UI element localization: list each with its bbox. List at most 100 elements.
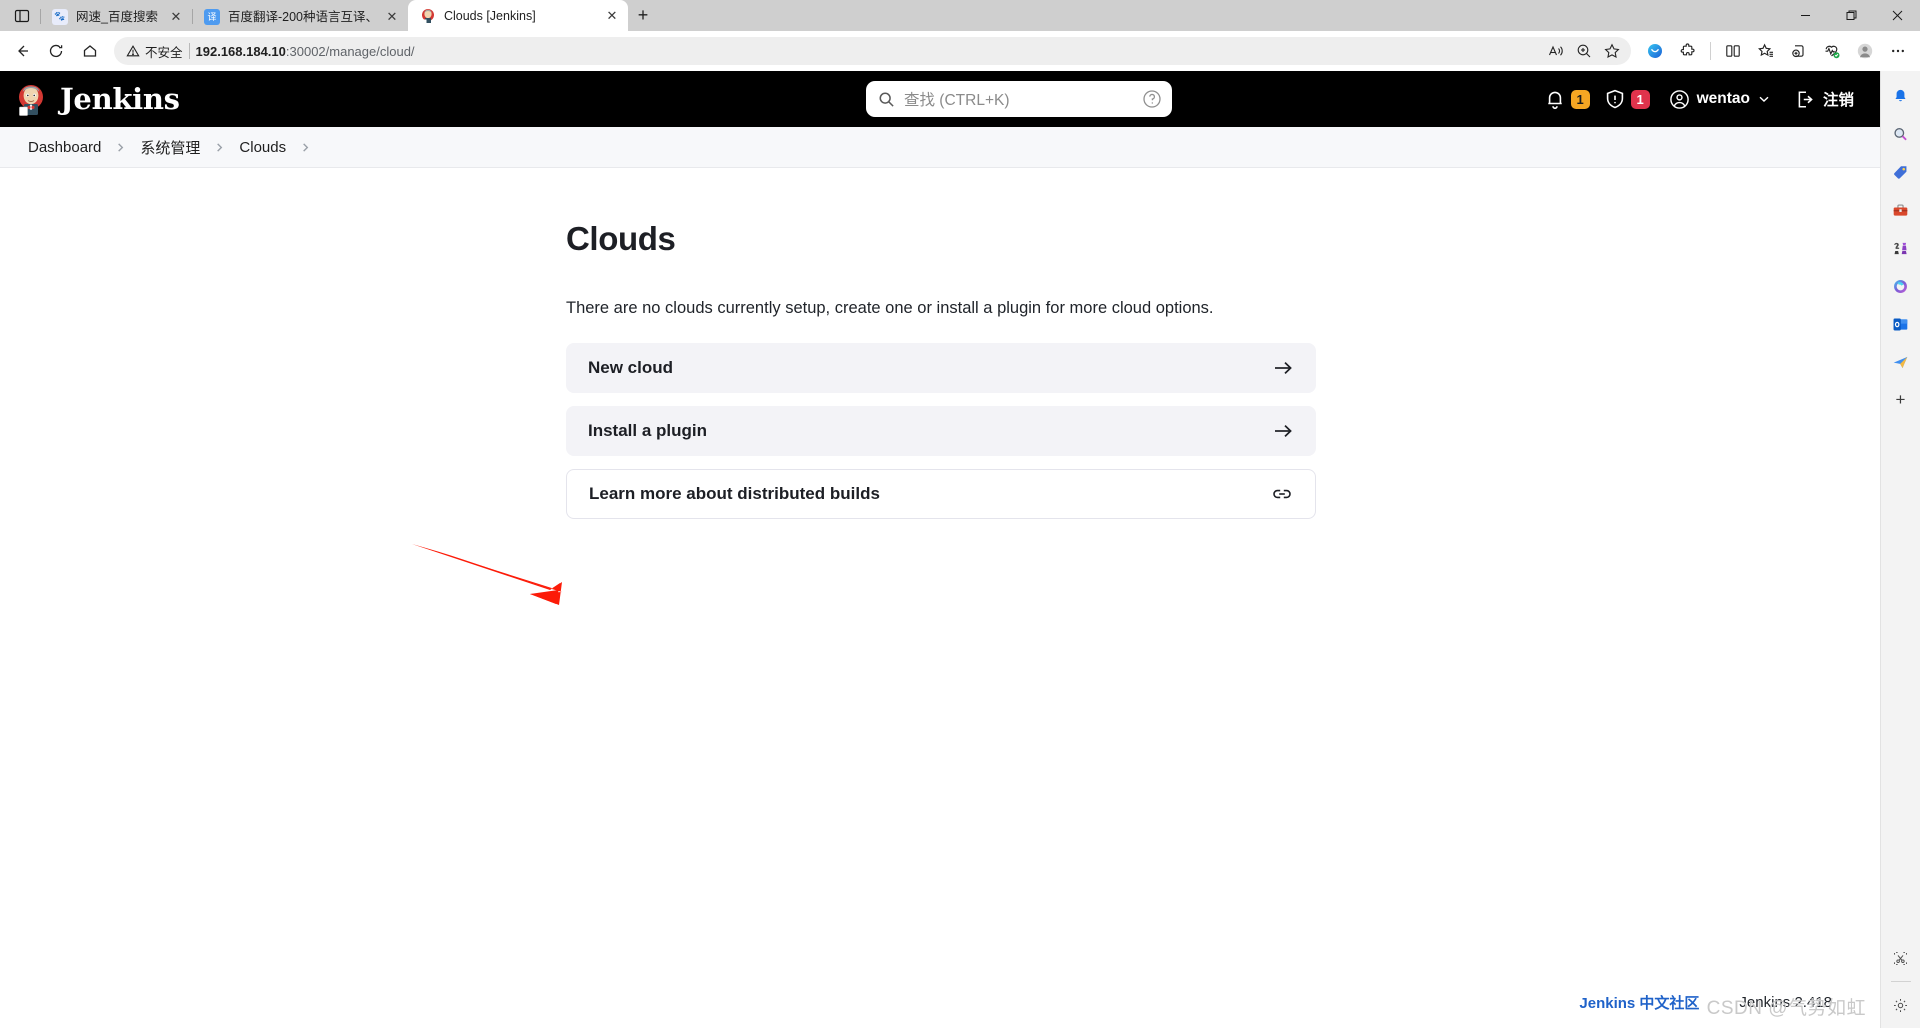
collections-icon[interactable] bbox=[1783, 35, 1815, 67]
omnibox-divider bbox=[188, 43, 190, 59]
page-area: Jenkins 查找 (CTRL+K) 1 1 wentao 注销 Dashbo… bbox=[0, 71, 1920, 1028]
jenkins-header-actions: 1 1 wentao 注销 bbox=[1537, 83, 1862, 115]
outlook-icon[interactable] bbox=[1886, 309, 1916, 339]
new-cloud-label: New cloud bbox=[588, 358, 674, 377]
tab-close-icon[interactable]: ✕ bbox=[166, 7, 186, 27]
minimize-icon[interactable] bbox=[1782, 0, 1828, 31]
learn-more-link[interactable]: Learn more about distributed builds bbox=[566, 469, 1316, 519]
jenkins-icon bbox=[420, 8, 436, 24]
browser-window: 🐾 网速_百度搜索 ✕ 译 百度翻译-200种语言互译、沟通全 ✕ Clouds… bbox=[0, 0, 1920, 1028]
community-link[interactable]: Jenkins 中文社区 bbox=[1579, 992, 1699, 1013]
extensions-icon[interactable] bbox=[1672, 35, 1704, 67]
logout-button[interactable]: 注销 bbox=[1787, 83, 1862, 115]
tab-title: 百度翻译-200种语言互译、沟通全 bbox=[227, 9, 374, 24]
security-warning[interactable]: 不安全 bbox=[126, 42, 183, 61]
tab-list-icon[interactable] bbox=[4, 0, 40, 31]
close-icon[interactable] bbox=[1874, 0, 1920, 31]
split-screen-icon[interactable] bbox=[1717, 35, 1749, 67]
new-cloud-button[interactable]: New cloud bbox=[566, 343, 1316, 393]
browser-tab-2[interactable]: 译 百度翻译-200种语言互译、沟通全 ✕ bbox=[191, 2, 408, 31]
jenkins-version-label: Jenkins 2.418 bbox=[1739, 993, 1832, 1011]
window-controls bbox=[1782, 0, 1920, 31]
toolbar-divider bbox=[1710, 42, 1711, 60]
chevron-right-icon[interactable] bbox=[294, 142, 317, 153]
url-text: 192.168.184.10:30002/manage/cloud/ bbox=[196, 44, 1537, 59]
copilot-icon[interactable] bbox=[1886, 271, 1916, 301]
logout-label: 注销 bbox=[1822, 92, 1854, 109]
tab-close-icon[interactable]: ✕ bbox=[602, 6, 622, 26]
sidebar-settings-icon[interactable] bbox=[1886, 990, 1916, 1020]
jenkins-page: Jenkins 查找 (CTRL+K) 1 1 wentao 注销 Dashbo… bbox=[0, 71, 1880, 1028]
main-content: Clouds There are no clouds currently set… bbox=[0, 168, 1880, 1028]
edge-sidebar: + bbox=[1880, 71, 1920, 1028]
arrow-right-icon bbox=[1272, 420, 1294, 442]
content-column: Clouds There are no clouds currently set… bbox=[566, 220, 1316, 519]
profile-icon[interactable] bbox=[1849, 35, 1881, 67]
jenkins-brand-label: Jenkins bbox=[60, 82, 180, 116]
maximize-icon[interactable] bbox=[1828, 0, 1874, 31]
help-icon[interactable] bbox=[1142, 89, 1162, 109]
chevron-down-icon bbox=[1759, 96, 1769, 102]
breadcrumb-item-manage[interactable]: 系统管理 bbox=[134, 134, 206, 161]
baidu-icon: 🐾 bbox=[52, 8, 68, 25]
copilot-icon[interactable] bbox=[1639, 35, 1671, 67]
screenshot-icon[interactable] bbox=[1886, 943, 1916, 973]
jenkins-home-link[interactable]: Jenkins bbox=[14, 82, 180, 116]
settings-more-icon[interactable] bbox=[1882, 35, 1914, 67]
read-aloud-icon[interactable] bbox=[1543, 38, 1569, 64]
jenkins-logo-icon bbox=[14, 82, 48, 116]
toolbar-right-icons bbox=[1639, 35, 1914, 67]
user-name-label: wentao bbox=[1696, 90, 1750, 107]
new-tab-button[interactable]: + bbox=[628, 0, 658, 30]
breadcrumb-item-dashboard[interactable]: Dashboard bbox=[22, 136, 107, 159]
security-badge: 1 bbox=[1630, 89, 1650, 109]
address-bar[interactable]: 不安全 192.168.184.10:30002/manage/cloud/ bbox=[114, 37, 1631, 65]
tab-strip: 🐾 网速_百度搜索 ✕ 译 百度翻译-200种语言互译、沟通全 ✕ Clouds… bbox=[0, 0, 1920, 31]
install-plugin-label: Install a plugin bbox=[588, 421, 708, 440]
tab-title: Clouds [Jenkins] bbox=[443, 8, 536, 23]
external-link-icon bbox=[1271, 483, 1293, 505]
search-input[interactable]: 查找 (CTRL+K) bbox=[866, 81, 1172, 117]
edge-sidebar-bottom bbox=[1881, 943, 1920, 1020]
home-icon[interactable] bbox=[74, 35, 106, 67]
refresh-icon[interactable] bbox=[40, 35, 72, 67]
tools-icon[interactable] bbox=[1886, 195, 1916, 225]
omnibox-actions bbox=[1543, 38, 1625, 64]
url-path: :30002/manage/cloud/ bbox=[285, 43, 415, 59]
arrow-right-icon bbox=[1272, 357, 1294, 379]
zoom-icon[interactable] bbox=[1571, 38, 1597, 64]
url-host: 192.168.184.10 bbox=[195, 43, 286, 59]
user-menu-button[interactable]: wentao bbox=[1661, 84, 1779, 115]
breadcrumb-item-clouds[interactable]: Clouds bbox=[233, 136, 292, 159]
tab-close-icon[interactable]: ✕ bbox=[382, 7, 402, 27]
shopping-tag-icon[interactable] bbox=[1886, 157, 1916, 187]
notifications-icon[interactable] bbox=[1886, 81, 1916, 111]
back-icon[interactable] bbox=[6, 35, 38, 67]
browser-essentials-icon[interactable] bbox=[1816, 35, 1848, 67]
empty-state-description: There are no clouds currently setup, cre… bbox=[566, 299, 1214, 317]
send-icon[interactable] bbox=[1886, 347, 1916, 377]
chevron-right-icon bbox=[109, 142, 132, 153]
search-placeholder-label: 查找 (CTRL+K) bbox=[904, 92, 1010, 109]
learn-more-label: Learn more about distributed builds bbox=[589, 484, 880, 503]
page-footer: Jenkins 中文社区 Jenkins 2.418 bbox=[0, 976, 1880, 1028]
install-plugin-button[interactable]: Install a plugin bbox=[566, 406, 1316, 456]
page-title: Clouds bbox=[566, 220, 676, 257]
sidebar-divider bbox=[1890, 981, 1911, 982]
security-button[interactable]: 1 bbox=[1597, 83, 1657, 115]
chevron-right-icon bbox=[208, 142, 231, 153]
annotation-arrow bbox=[412, 544, 562, 605]
favorites-bar-icon[interactable] bbox=[1750, 35, 1782, 67]
tab-title: 网速_百度搜索 bbox=[76, 9, 158, 24]
add-sidebar-app-icon[interactable]: + bbox=[1886, 385, 1916, 415]
jenkins-header: Jenkins 查找 (CTRL+K) 1 1 wentao 注销 bbox=[0, 71, 1880, 127]
notifications-button[interactable]: 1 bbox=[1537, 83, 1597, 115]
browser-tab-1[interactable]: 🐾 网速_百度搜索 ✕ bbox=[40, 2, 192, 31]
search-icon[interactable] bbox=[1886, 119, 1916, 149]
notifications-badge: 1 bbox=[1570, 89, 1590, 109]
games-icon[interactable] bbox=[1886, 233, 1916, 263]
browser-tab-3[interactable]: Clouds [Jenkins] ✕ bbox=[407, 0, 628, 31]
favorite-icon[interactable] bbox=[1599, 38, 1625, 64]
security-warning-label: 不安全 bbox=[145, 45, 183, 60]
browser-toolbar: 不安全 192.168.184.10:30002/manage/cloud/ bbox=[0, 31, 1920, 71]
